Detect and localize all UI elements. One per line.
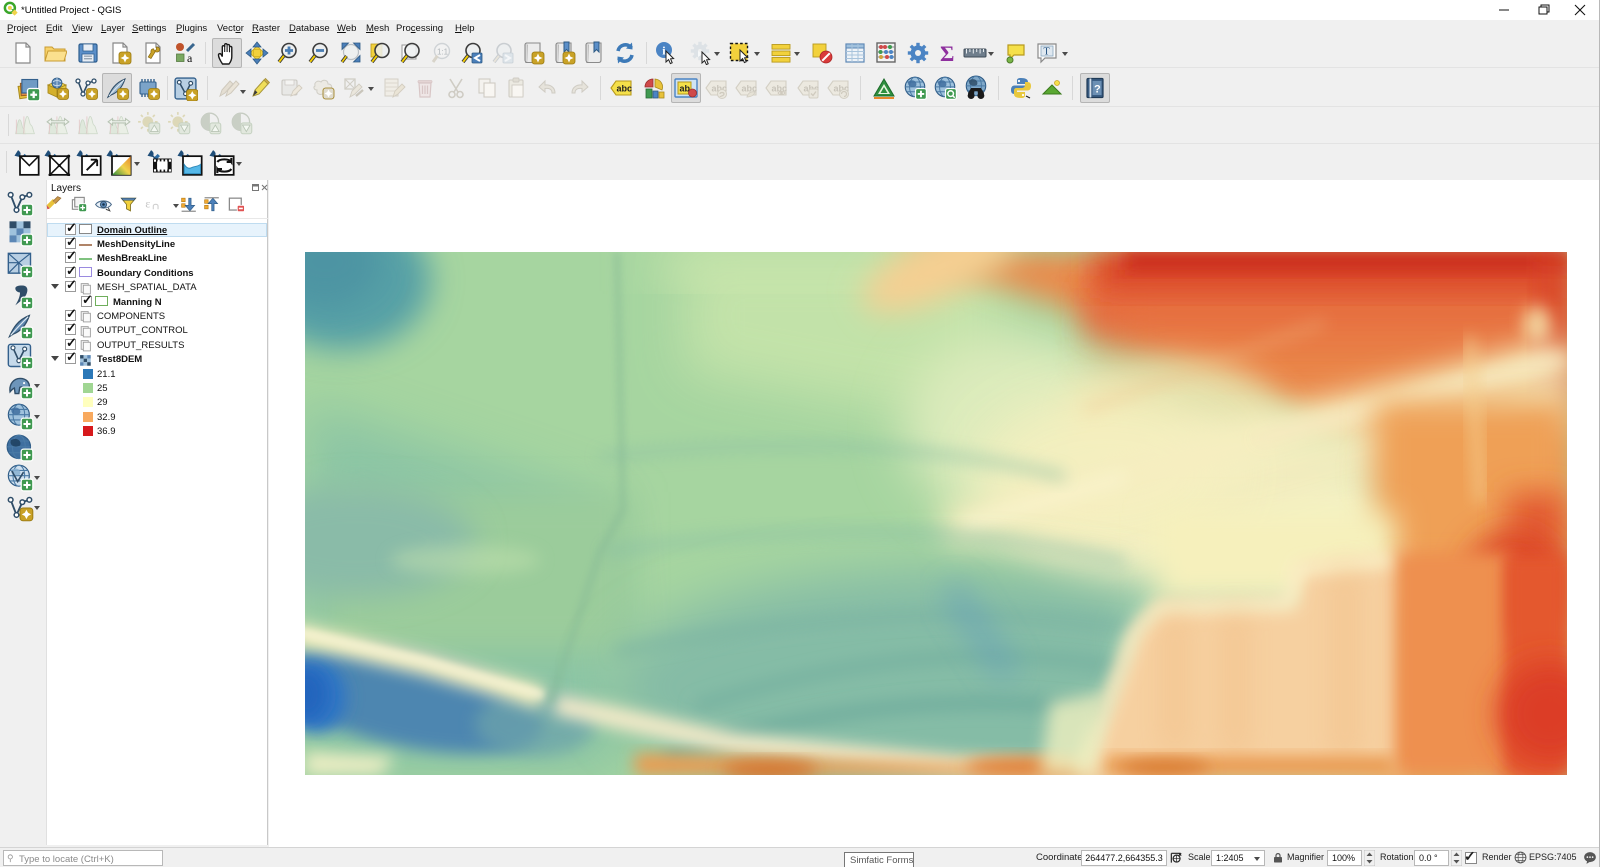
svg-text:1:1: 1:1: [437, 48, 449, 57]
svg-text:?: ?: [1094, 84, 1101, 96]
svg-text:Σ: Σ: [940, 41, 954, 65]
svg-text:a: a: [187, 51, 193, 65]
svg-text:ε: ε: [145, 196, 150, 210]
svg-text:T: T: [1044, 47, 1050, 58]
svg-text:abc: abc: [617, 84, 633, 94]
